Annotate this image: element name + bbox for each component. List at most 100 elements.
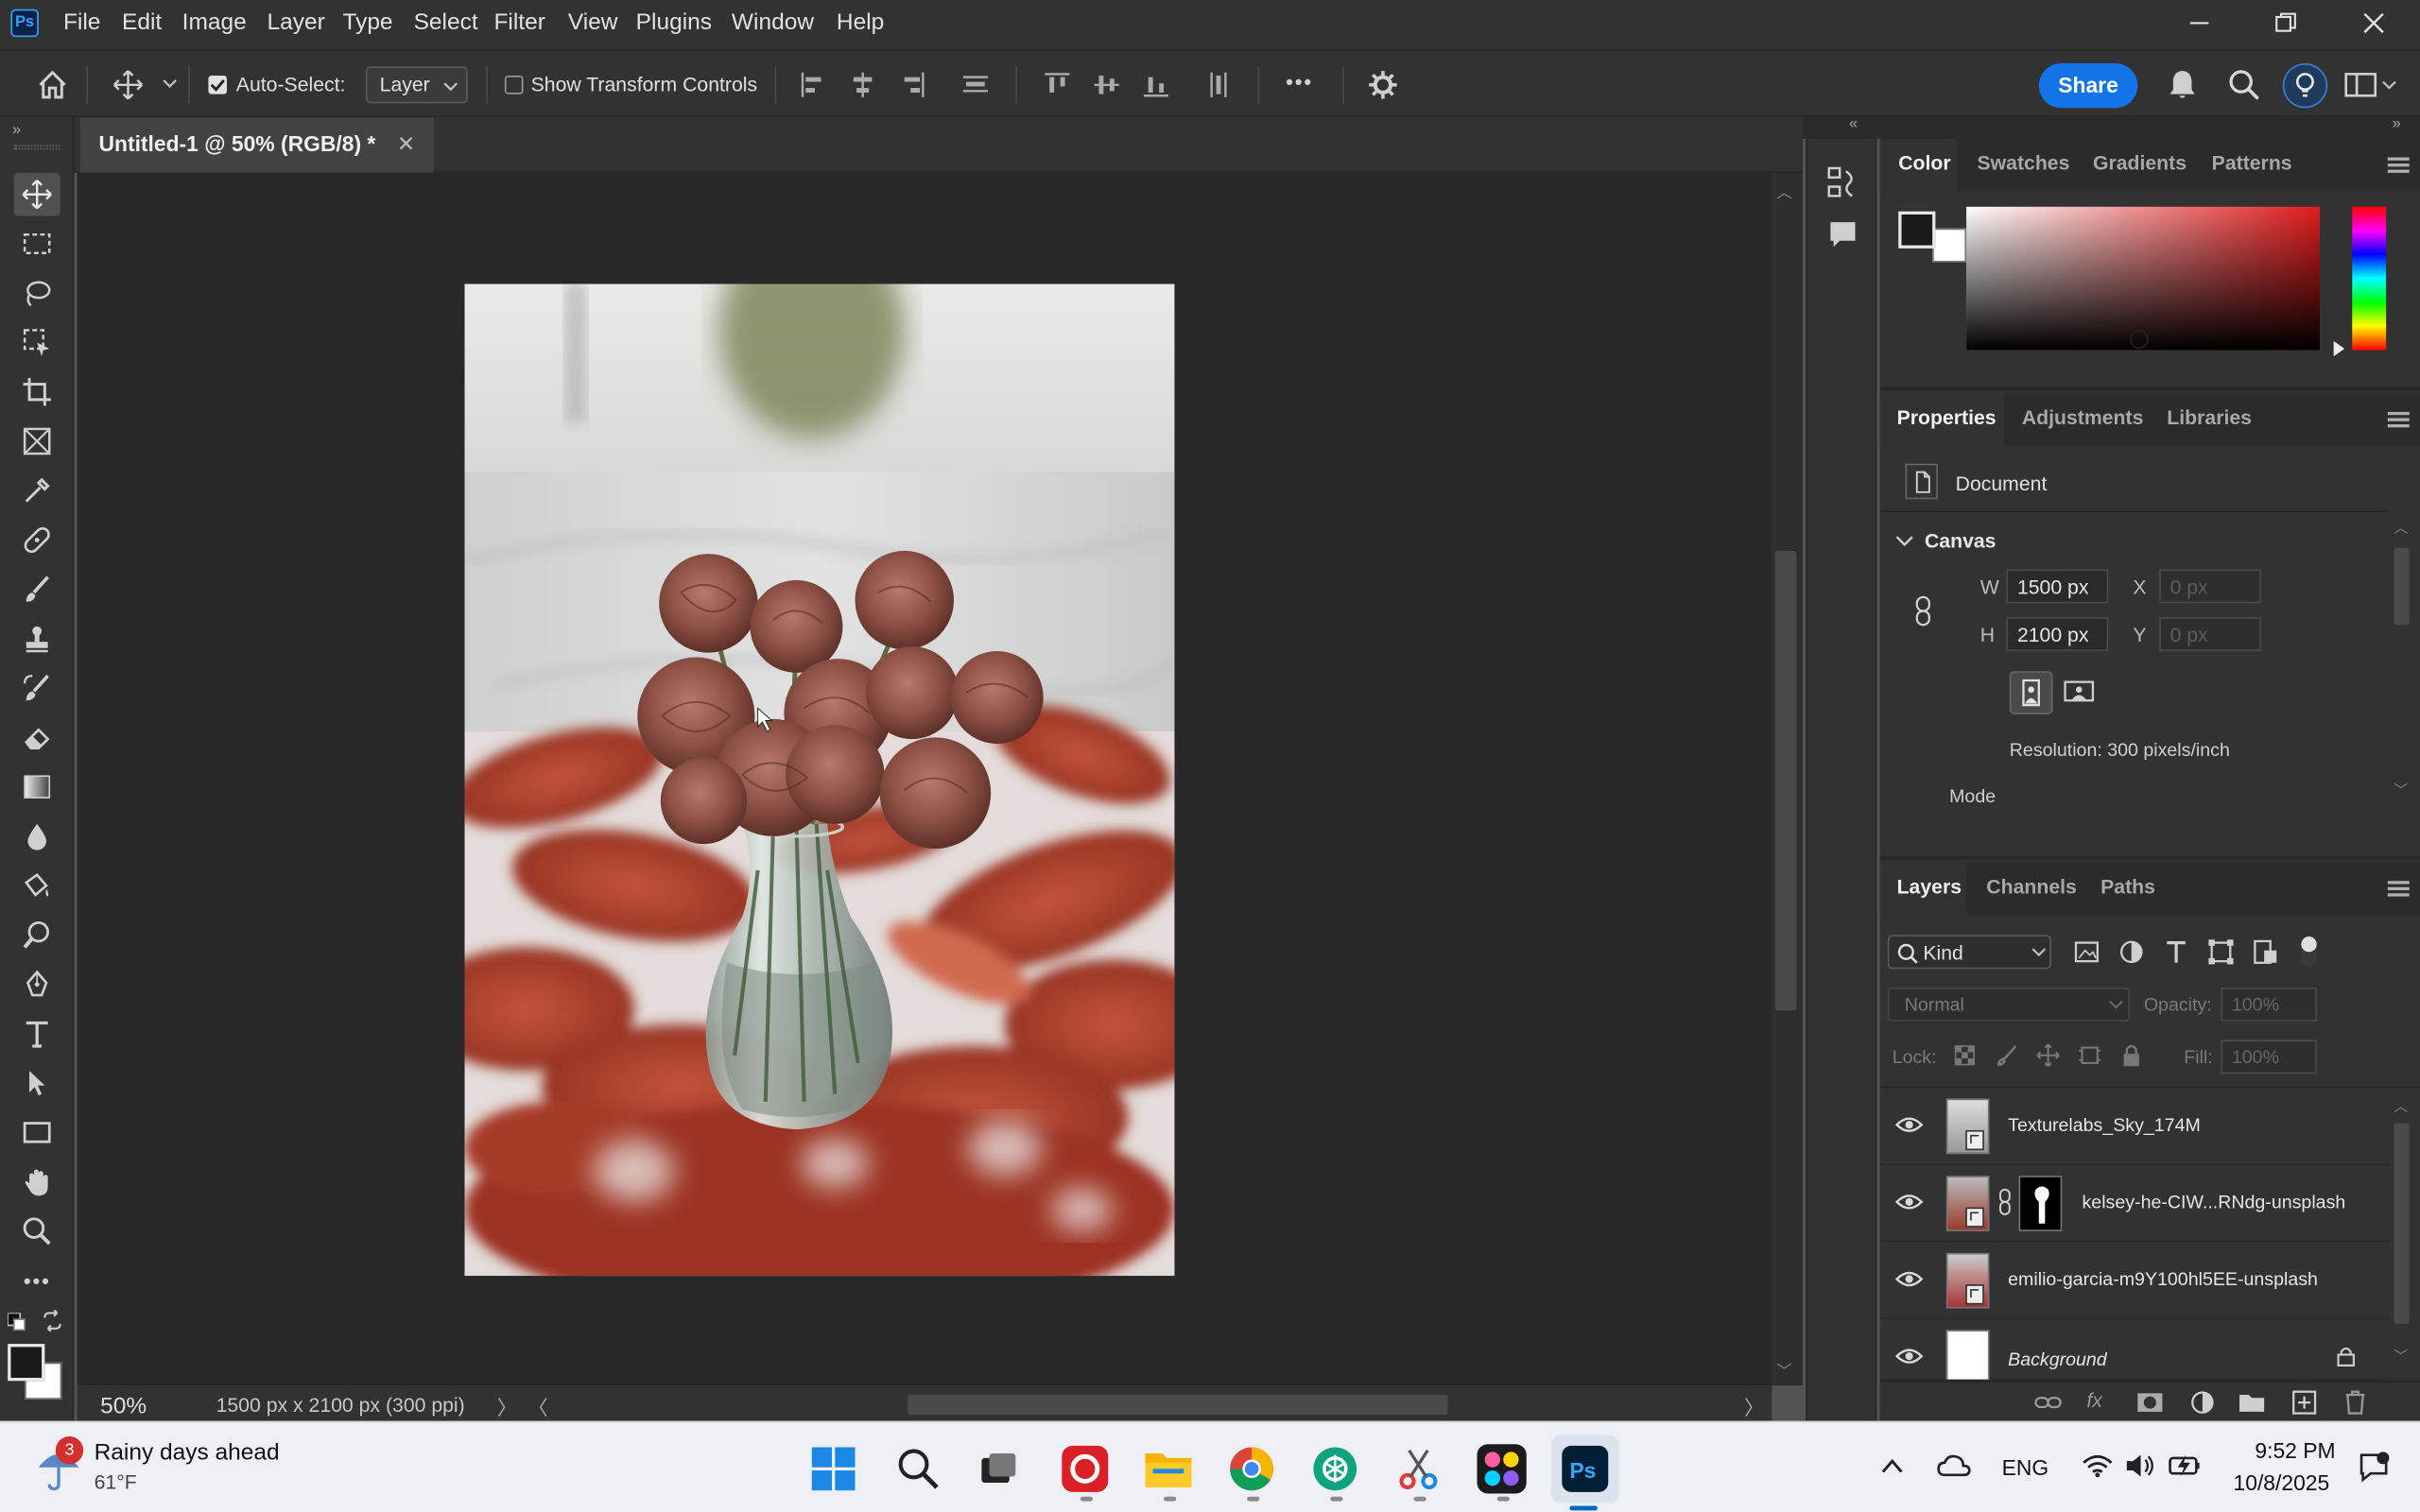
scroll-up-icon[interactable]: ︿ bbox=[2394, 517, 2408, 537]
tab-adjustments[interactable]: Adjustments bbox=[2022, 405, 2144, 428]
more-options-button[interactable]: ••• bbox=[1286, 69, 1313, 94]
onedrive-icon[interactable] bbox=[1937, 1453, 1971, 1478]
layers-scrollbar-thumb[interactable] bbox=[2394, 1123, 2410, 1324]
frame-tool[interactable] bbox=[14, 420, 60, 463]
blur-tool[interactable] bbox=[14, 815, 60, 858]
history-brush-tool[interactable] bbox=[14, 666, 60, 710]
layers-panel-menu-icon[interactable] bbox=[2387, 881, 2410, 897]
swap-colors-button[interactable] bbox=[42, 1310, 63, 1332]
chevron-up-icon[interactable] bbox=[1880, 1456, 1905, 1475]
dodge-tool[interactable] bbox=[14, 864, 60, 907]
restore-button[interactable] bbox=[2250, 5, 2321, 42]
menu-view[interactable]: View bbox=[568, 9, 618, 36]
scroll-up-icon[interactable]: ︿ bbox=[1776, 179, 1791, 202]
tab-libraries[interactable]: Libraries bbox=[2167, 405, 2252, 428]
layer-name[interactable]: emilio-garcia-m9Y100hl5EE-unsplash bbox=[2008, 1268, 2318, 1290]
type-tool[interactable] bbox=[14, 1012, 60, 1056]
menu-help[interactable]: Help bbox=[837, 9, 884, 36]
lock-all-icon[interactable] bbox=[2120, 1043, 2142, 1068]
link-dimensions-button[interactable] bbox=[1912, 595, 1934, 627]
show-transform-checkbox[interactable] bbox=[504, 76, 524, 94]
minimize-button[interactable] bbox=[2164, 5, 2235, 42]
wifi-icon[interactable] bbox=[2083, 1453, 2114, 1478]
move-tool-preset[interactable] bbox=[110, 66, 147, 103]
eye-icon[interactable] bbox=[1894, 1193, 1924, 1211]
close-tab-icon[interactable]: ✕ bbox=[397, 131, 415, 156]
scroll-down-icon[interactable]: ﹀ bbox=[1776, 1358, 1791, 1381]
color-picker-field[interactable] bbox=[1966, 206, 2320, 351]
gradient-tool[interactable] bbox=[14, 765, 60, 809]
layer-mask-thumbnail[interactable] bbox=[2018, 1176, 2063, 1231]
clock-date[interactable]: 10/8/2025 bbox=[2234, 1470, 2330, 1495]
history-panel-button[interactable] bbox=[1827, 165, 1858, 202]
document-canvas-image[interactable] bbox=[464, 284, 1175, 1277]
close-window-button[interactable] bbox=[2339, 5, 2410, 42]
layer-row[interactable]: emilio-garcia-m9Y100hl5EE-unsplash bbox=[1879, 1242, 2390, 1319]
hue-slider[interactable] bbox=[2352, 206, 2387, 351]
home-button[interactable] bbox=[34, 66, 71, 103]
object-selection-tool[interactable] bbox=[14, 321, 60, 365]
filter-type-icon[interactable] bbox=[2162, 938, 2189, 966]
document-tab[interactable]: Untitled-1 @ 50% (RGB/8) * ✕ bbox=[79, 117, 434, 173]
healing-brush-tool[interactable] bbox=[14, 519, 60, 562]
chevron-down-icon[interactable] bbox=[1895, 534, 1914, 549]
align-bottom-button[interactable] bbox=[1137, 66, 1174, 103]
distribute-vertical-button[interactable] bbox=[1201, 66, 1237, 103]
tab-paths[interactable]: Paths bbox=[2100, 875, 2155, 898]
eraser-tool[interactable] bbox=[14, 716, 60, 760]
menu-window[interactable]: Window bbox=[732, 9, 814, 36]
filter-shape-icon[interactable] bbox=[2207, 938, 2235, 966]
vertical-scrollbar[interactable]: ︿ ﹀ bbox=[1772, 172, 1803, 1386]
discover-button[interactable] bbox=[2282, 62, 2328, 109]
filter-smart-object-icon[interactable] bbox=[2252, 938, 2279, 966]
zoom-tool[interactable] bbox=[14, 1210, 60, 1253]
clock-time[interactable]: 9:52 PM bbox=[2255, 1438, 2335, 1463]
layer-row[interactable]: Texturelabs_Sky_174M bbox=[1879, 1088, 2390, 1165]
battery-charging-icon[interactable] bbox=[2169, 1452, 2203, 1479]
portrait-orientation-button[interactable] bbox=[2009, 671, 2053, 714]
layer-name[interactable]: kelsey-he-CIW...RNdg-unsplash bbox=[2083, 1191, 2346, 1212]
filter-pixel-icon[interactable] bbox=[2073, 938, 2100, 966]
add-mask-icon[interactable] bbox=[2136, 1390, 2164, 1415]
lasso-tool[interactable] bbox=[14, 271, 60, 315]
color-background-swatch[interactable] bbox=[1932, 228, 1967, 263]
default-colors-button[interactable] bbox=[8, 1313, 26, 1332]
lock-artboard-icon[interactable] bbox=[2078, 1044, 2102, 1066]
fx-icon[interactable]: fx bbox=[2086, 1388, 2102, 1411]
properties-panel-menu-icon[interactable] bbox=[2387, 411, 2410, 428]
tab-swatches[interactable]: Swatches bbox=[1977, 151, 2069, 174]
menu-edit[interactable]: Edit bbox=[122, 9, 162, 36]
layer-row[interactable]: Background bbox=[1879, 1319, 2390, 1382]
blend-mode-dropdown[interactable]: Normal bbox=[1887, 987, 2131, 1022]
crop-tool[interactable] bbox=[14, 370, 60, 414]
canvas-section-title[interactable]: Canvas bbox=[1925, 529, 1996, 552]
edit-toolbar-button[interactable]: ••• bbox=[14, 1259, 60, 1302]
lock-transparent-icon[interactable] bbox=[1954, 1044, 1976, 1066]
auto-select-checkbox[interactable] bbox=[208, 76, 228, 94]
zoom-level[interactable]: 50% bbox=[100, 1393, 147, 1419]
layer-filter-dropdown[interactable]: Kind bbox=[1887, 935, 2051, 970]
move-tool[interactable] bbox=[13, 172, 60, 216]
collapse-panels-icon[interactable]: » bbox=[2393, 115, 2401, 132]
layer-name[interactable]: Texturelabs_Sky_174M bbox=[2008, 1114, 2201, 1136]
menu-filter[interactable]: Filter bbox=[493, 9, 544, 36]
status-menu-icon[interactable]: 〉 bbox=[497, 1392, 517, 1421]
filter-toggle[interactable] bbox=[2301, 936, 2317, 968]
foreground-color-swatch[interactable] bbox=[8, 1344, 45, 1382]
eye-icon[interactable] bbox=[1894, 1270, 1924, 1289]
lock-pixels-icon[interactable] bbox=[1997, 1044, 2019, 1066]
canvas-y-input[interactable]: 0 px bbox=[2159, 617, 2261, 651]
clone-stamp-tool[interactable] bbox=[14, 617, 60, 661]
share-button[interactable]: Share bbox=[2038, 62, 2138, 109]
taskbar-creative-cloud[interactable] bbox=[1054, 1438, 1115, 1500]
canvas-width-input[interactable]: 1500 px bbox=[2006, 569, 2109, 604]
taskbar-snipping-tool[interactable] bbox=[1388, 1438, 1449, 1500]
menu-image[interactable]: Image bbox=[182, 9, 247, 36]
hand-tool[interactable] bbox=[14, 1160, 60, 1204]
tab-properties[interactable]: Properties bbox=[1897, 405, 1996, 428]
tab-channels[interactable]: Channels bbox=[1986, 875, 2077, 898]
trash-icon[interactable] bbox=[2342, 1390, 2367, 1415]
scroll-left-icon[interactable]: 〈 bbox=[527, 1392, 547, 1421]
link-layers-icon[interactable] bbox=[2034, 1392, 2062, 1414]
taskbar-photoshop[interactable]: Ps bbox=[1550, 1435, 1619, 1503]
